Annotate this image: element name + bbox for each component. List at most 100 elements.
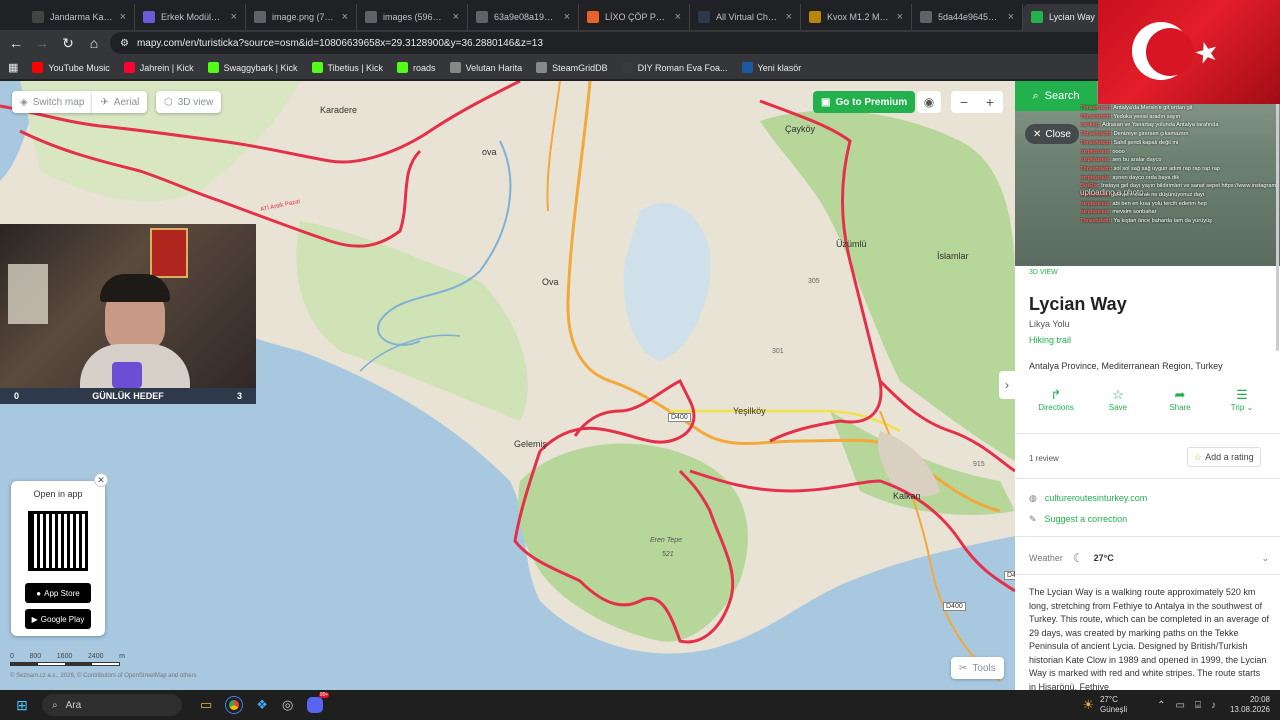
forward-icon[interactable]: → xyxy=(32,33,52,53)
bookmark-item[interactable]: Swaggybark | Kick xyxy=(207,62,298,73)
home-icon[interactable]: ⌂ xyxy=(84,33,104,53)
back-icon[interactable]: ← xyxy=(6,33,26,53)
browser-tab[interactable]: image.png (718× × xyxy=(246,4,357,30)
address-bar[interactable]: ⚙ mapy.com/en/turisticka?source=osm&id=1… xyxy=(110,32,1144,54)
tab-label: images (596×335) xyxy=(383,12,447,22)
site-info-icon[interactable]: ⚙ xyxy=(120,38,129,49)
bookmark-item[interactable]: Jahrein | Kick xyxy=(123,62,194,73)
chrome-icon[interactable] xyxy=(226,697,243,713)
chevron-right-icon: › xyxy=(1005,378,1009,392)
bookmark-item[interactable]: DIY Roman Eva Foa... xyxy=(621,62,728,73)
weather-widget[interactable]: ☀ 27°C Güneşli xyxy=(1082,695,1127,715)
aerial-label: Aerial xyxy=(113,96,140,108)
chat-message: Thrashdeth: Antalya'da Mersin'e git orda… xyxy=(1080,104,1276,113)
go-premium-button[interactable]: ▣ Go to Premium xyxy=(813,91,916,113)
close-qr-button[interactable]: ✕ xyxy=(94,473,108,487)
browser-tab[interactable]: LİXO ÇÖP POŞETİ × xyxy=(579,4,690,30)
tab-close-icon[interactable]: × xyxy=(675,11,681,23)
chat-message: Thrashdeth: Sahil şeridi kapalı değil mi xyxy=(1080,139,1276,148)
locate-button[interactable]: ◉ xyxy=(917,91,941,113)
switch-map-button[interactable]: ◈ Switch map xyxy=(12,91,93,113)
taskbar-search[interactable]: ⌕ Ara xyxy=(42,694,182,716)
tab-close-icon[interactable]: × xyxy=(897,11,903,23)
tab-close-icon[interactable]: × xyxy=(231,11,237,23)
reviews-count[interactable]: 1 review xyxy=(1029,454,1059,463)
place-category[interactable]: Hiking trail xyxy=(1029,335,1071,345)
file-explorer-icon[interactable]: ▭ xyxy=(200,697,212,713)
chat-message: canksp: Adrasan ve Yanartaş yolunda Anta… xyxy=(1080,121,1276,130)
bookmark-item[interactable]: Tibetius | Kick xyxy=(311,62,383,73)
browser-tab[interactable]: images (596×335) × xyxy=(357,4,468,30)
panel-scrollbar[interactable] xyxy=(1276,91,1279,351)
clock[interactable]: 20:08 13.08.2026 xyxy=(1230,695,1270,715)
tab-favicon-icon xyxy=(1031,11,1043,23)
scale-bar: 0 800 1600 2400 m xyxy=(10,653,125,671)
google-play-button[interactable]: ▶ Google Play xyxy=(25,609,91,629)
close-panel-button[interactable]: ✕ Close xyxy=(1025,124,1079,144)
tab-close-icon[interactable]: × xyxy=(786,11,792,23)
tools-button[interactable]: ✂ Tools xyxy=(951,657,1004,679)
divider xyxy=(1015,536,1280,537)
map-canvas[interactable]: Karadere ova Çayköy Üzümlü İslamlar Ova … xyxy=(0,81,1015,690)
directions-button[interactable]: ↱ Directions xyxy=(1029,387,1083,412)
tab-close-icon[interactable]: × xyxy=(120,11,126,23)
chat-username: Thrashdeth xyxy=(1080,165,1111,172)
add-rating-button[interactable]: ☆ Add a rating xyxy=(1187,447,1261,467)
display-icon[interactable]: ▭ xyxy=(1176,700,1185,711)
search-icon: ⌕ xyxy=(1032,89,1039,102)
website-link[interactable]: ◍ cultureroutesinturkey.com xyxy=(1029,493,1147,504)
windows-start-icon[interactable]: ⊞ xyxy=(8,690,36,720)
browser-tab[interactable]: All Virtual Challe × xyxy=(690,4,801,30)
tab-close-icon[interactable]: × xyxy=(342,11,348,23)
bookmark-item[interactable]: Yeni klasör xyxy=(741,62,801,73)
bookmark-item[interactable]: Velutan Harita xyxy=(449,62,522,73)
network-icon[interactable]: ⌸ xyxy=(1195,700,1201,711)
app-store-button[interactable]: ● App Store xyxy=(25,583,91,603)
bookmark-item[interactable]: roads xyxy=(397,62,436,73)
chevron-up-icon[interactable]: ⌃ xyxy=(1157,700,1165,711)
place-label: Karadere xyxy=(320,105,358,115)
globe-icon: ◍ xyxy=(1029,493,1037,503)
app-icon[interactable]: ◎ xyxy=(282,697,293,713)
chat-message: Thrashdeth: Yedoka yenisi aradın sayın xyxy=(1080,113,1276,122)
scale-tick: 2400 xyxy=(87,653,104,660)
browser-tab[interactable]: 63a9e08a1959eg × xyxy=(468,4,579,30)
apps-grid-icon[interactable]: ▦ xyxy=(8,61,18,74)
3d-view-link[interactable]: 3D VIEW xyxy=(1029,269,1058,276)
reload-icon[interactable]: ↻ xyxy=(58,33,78,53)
place-label: Kalkan xyxy=(893,491,921,501)
chat-message: Thrashdeth: sol sol sağ sağ uygun adım r… xyxy=(1080,165,1276,174)
browser-tab[interactable]: 5da44e9645d2a0 × xyxy=(912,4,1023,30)
app-store-label: App Store xyxy=(44,588,80,598)
expand-panel-button[interactable]: › xyxy=(999,371,1015,399)
divider xyxy=(1015,478,1280,479)
tab-close-icon[interactable]: × xyxy=(453,11,459,23)
volume-icon[interactable]: ♪ xyxy=(1211,700,1216,711)
chat-username: torpidoreis xyxy=(1080,174,1110,181)
browser-tab[interactable]: Erkek Modüler8G × xyxy=(135,4,246,30)
tab-close-icon[interactable]: × xyxy=(1008,11,1014,23)
tab-favicon-icon xyxy=(365,11,377,23)
suggest-correction-link[interactable]: ✎ Suggest a correction xyxy=(1029,514,1127,525)
bookmark-label: YouTube Music xyxy=(48,62,110,73)
zoom-out-icon[interactable]: − xyxy=(960,94,968,110)
tab-close-icon[interactable]: × xyxy=(564,11,570,23)
tab-favicon-icon xyxy=(587,11,599,23)
3d-view-button[interactable]: ⬡ 3D view xyxy=(156,91,222,113)
close-label: Close xyxy=(1045,128,1071,140)
save-button[interactable]: ☆ Save xyxy=(1091,387,1145,412)
discord-icon[interactable]: 99+ xyxy=(307,692,330,713)
bookmark-item[interactable]: YouTube Music xyxy=(32,62,110,73)
browser-tab[interactable]: Kvox M1.2 Motos × xyxy=(801,4,912,30)
bookmark-item[interactable]: SteamGridDB xyxy=(536,62,608,73)
share-button[interactable]: ➦ Share xyxy=(1153,387,1207,412)
aerial-button[interactable]: ✈ Aerial xyxy=(92,91,148,113)
place-label: Üzümlü xyxy=(836,239,867,249)
trip-button[interactable]: ☰ Trip ⌄ xyxy=(1215,387,1269,412)
browser-tab[interactable]: Jandarma Kamufl × xyxy=(24,4,135,30)
zoom-in-icon[interactable]: + xyxy=(986,94,994,110)
place-subtitle: Likya Yolu xyxy=(1029,319,1070,329)
app-icon[interactable]: ❖ xyxy=(256,697,268,713)
weather-row[interactable]: Weather ☾ 27°C ⌄ xyxy=(1029,551,1269,565)
microphone xyxy=(112,362,142,388)
